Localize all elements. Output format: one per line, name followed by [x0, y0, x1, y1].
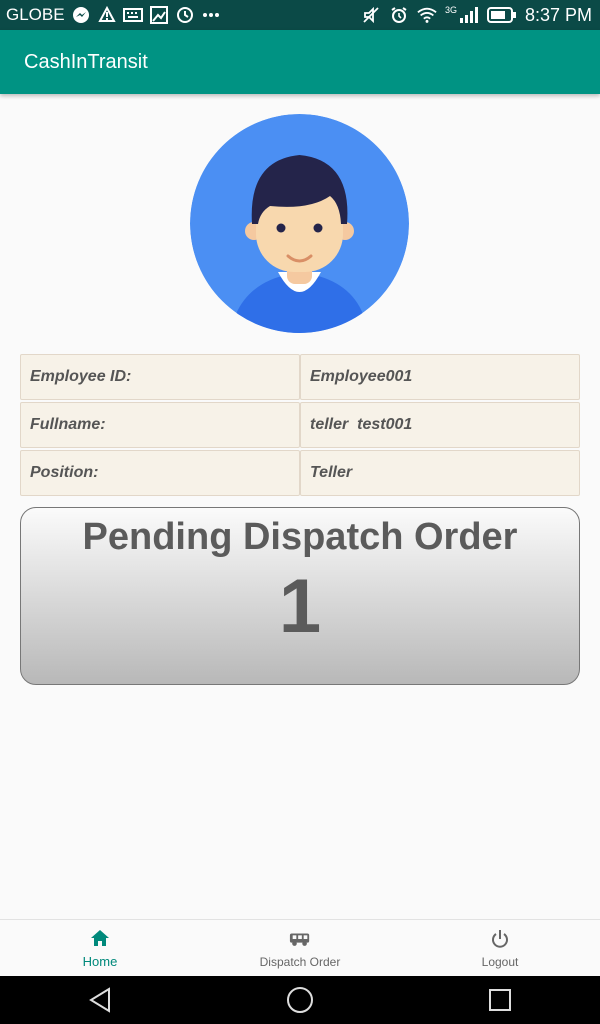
power-icon	[489, 929, 511, 949]
info-row-fullname: Fullname: teller test001	[20, 401, 580, 449]
wifi-icon	[417, 6, 437, 24]
home-circle-icon[interactable]	[280, 980, 320, 1020]
battery-icon	[486, 6, 517, 24]
home-icon	[89, 928, 111, 948]
app-bar: CashInTransit	[0, 30, 600, 94]
info-value: Teller	[300, 450, 580, 496]
info-label: Position:	[20, 450, 300, 496]
signal-icon	[459, 6, 479, 24]
info-label: Employee ID:	[20, 354, 300, 400]
back-icon[interactable]	[80, 980, 120, 1020]
keyboard-icon	[122, 6, 143, 24]
sync-icon	[175, 6, 195, 24]
messenger-icon	[71, 6, 91, 24]
carrier-name: GLOBE	[6, 5, 65, 24]
status-bar: GLOBE 3G 8:37 PM	[0, 0, 600, 30]
mute-icon	[361, 6, 381, 24]
pending-dispatch-title: Pending Dispatch Order	[82, 516, 518, 558]
system-navigation-bar	[0, 976, 600, 1024]
info-value: Employee001	[300, 354, 580, 400]
employee-info-table: Employee ID: Employee001 Fullname: telle…	[20, 353, 580, 497]
pending-dispatch-card[interactable]: Pending Dispatch Order 1	[20, 507, 580, 685]
avatar	[190, 114, 409, 333]
info-row-position: Position: Teller	[20, 449, 580, 497]
app-title: CashInTransit	[24, 50, 148, 73]
more-icon	[201, 6, 221, 24]
van-icon	[289, 929, 311, 949]
nav-item-home[interactable]: Home	[0, 920, 200, 977]
nav-label-dispatch-order: Dispatch Order	[259, 954, 341, 969]
nav-label-home: Home	[82, 954, 118, 969]
nav-item-dispatch-order[interactable]: Dispatch Order	[200, 920, 400, 977]
warning-icon	[97, 6, 117, 24]
info-row-employee-id: Employee ID: Employee001	[20, 353, 580, 401]
recents-icon[interactable]	[480, 980, 520, 1020]
info-value: teller test001	[300, 402, 580, 448]
nav-label-logout: Logout	[481, 954, 519, 969]
network-type: 3G	[444, 5, 457, 15]
info-label: Fullname:	[20, 402, 300, 448]
bottom-navigation: Home Dispatch Order Logout	[0, 919, 600, 977]
image-icon	[149, 6, 169, 24]
clock: 8:37 PM	[524, 4, 592, 25]
pending-dispatch-count: 1	[278, 564, 322, 649]
alarm-icon	[389, 6, 409, 24]
nav-item-logout[interactable]: Logout	[400, 920, 600, 977]
